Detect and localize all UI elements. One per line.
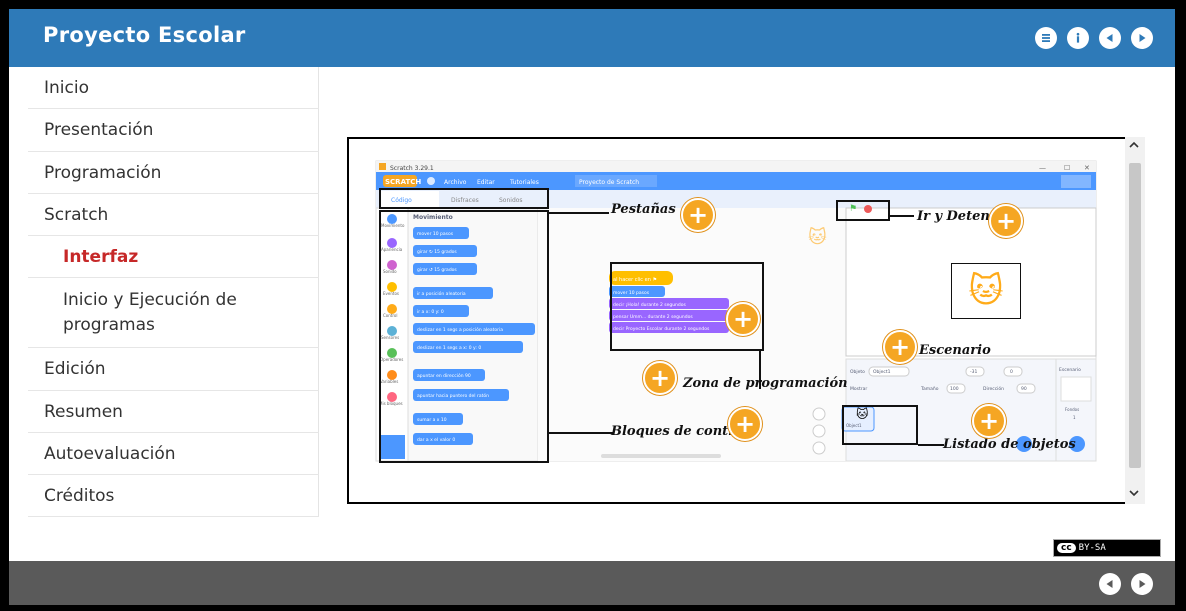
scratch-logo: SCRATCH xyxy=(385,178,421,186)
stage-cat-sprite-icon: 🐱 xyxy=(951,263,1021,319)
hotspot-programming-zone-plus-icon[interactable]: + xyxy=(643,361,677,395)
cc-icon: cc xyxy=(1057,543,1076,553)
footer-previous-icon[interactable] xyxy=(1099,573,1121,595)
go-stop-leader-line xyxy=(890,215,914,217)
hotspot-objects-list-plus-icon[interactable]: + xyxy=(972,404,1006,438)
svg-text:✕: ✕ xyxy=(1084,164,1090,172)
hotspot-stage-plus-icon[interactable]: + xyxy=(883,330,917,364)
annotation-stage: Escenario xyxy=(919,343,991,358)
window-title: Scratch 3.29.1 xyxy=(390,165,434,172)
menu-tutoriales: Tutoriales xyxy=(509,179,539,186)
sidebar-nav: Inicio Presentación Programación Scratch… xyxy=(28,67,319,517)
sprite-size-label: Tamaño xyxy=(920,386,939,392)
content-scrollbar[interactable] xyxy=(1125,137,1145,504)
license-text: BY-SA xyxy=(1078,543,1106,553)
sidebar-item-presentacion[interactable]: Presentación xyxy=(28,109,319,152)
hotspot-go-stop-plus-icon[interactable]: + xyxy=(989,204,1023,238)
blocks-highlight-box xyxy=(379,210,549,463)
stage-label: Escenario xyxy=(1059,367,1081,373)
sprite-object-label: Objeto xyxy=(850,369,865,375)
sprite-y: 0 xyxy=(1010,369,1013,375)
sprite-x: -31 xyxy=(970,369,977,375)
header-bar: Proyecto Escolar xyxy=(9,9,1175,67)
scroll-thumb[interactable] xyxy=(1129,163,1141,468)
next-icon[interactable] xyxy=(1131,27,1153,49)
sprite-size: 100 xyxy=(950,386,959,392)
sidebar-item-autoevaluacion[interactable]: Autoevaluación xyxy=(28,433,319,475)
svg-text:☐: ☐ xyxy=(1064,164,1070,172)
hotspot-control-blocks-plus-icon[interactable]: + xyxy=(728,407,762,441)
go-stop-highlight-box xyxy=(836,200,890,221)
sidebar-item-inicio[interactable]: Inicio xyxy=(28,67,319,109)
hotspot-script-plus-icon[interactable]: + xyxy=(726,302,760,336)
annotation-tabs: Pestañas xyxy=(611,202,676,217)
cat-watermark-icon: 🐱 xyxy=(808,227,827,248)
sprite-object-name: Object1 xyxy=(873,369,891,375)
sprite-show-label: Mostrar xyxy=(850,386,867,392)
app-frame: Proyecto Escolar Inicio Presentación Pro… xyxy=(9,9,1175,605)
sidebar-item-resumen[interactable]: Resumen xyxy=(28,391,319,433)
annotation-objects-list: Listado de objetos xyxy=(943,437,1076,452)
sprite-direction: 90 xyxy=(1021,386,1027,392)
project-name: Proyecto de Scratch xyxy=(579,179,639,186)
scroll-up-icon[interactable] xyxy=(1128,139,1140,153)
sidebar-item-programacion[interactable]: Programación xyxy=(28,152,319,194)
footer-bar xyxy=(9,561,1175,605)
app-title: Proyecto Escolar xyxy=(43,23,246,47)
sidebar-item-edicion[interactable]: Edición xyxy=(28,348,319,391)
interface-figure: Scratch 3.29.1 — ☐ ✕ SCRATCH Archivo Edi… xyxy=(347,137,1137,504)
green-flag-icon[interactable]: ⚑ xyxy=(849,205,857,214)
scroll-down-icon[interactable] xyxy=(1128,487,1140,501)
tabs-leader-line xyxy=(549,212,609,214)
sidebar-item-creditos[interactable]: Créditos xyxy=(28,475,319,517)
menu-icon[interactable] xyxy=(1035,27,1057,49)
stop-icon[interactable] xyxy=(864,205,872,213)
sidebar-item-interfaz[interactable]: Interfaz xyxy=(28,236,319,278)
sidebar-item-scratch[interactable]: Scratch xyxy=(28,194,319,236)
sprites-highlight-box xyxy=(842,405,918,445)
cc-license-badge[interactable]: cc BY-SA xyxy=(1053,539,1161,557)
sidebar-item-inicio-ejecucion[interactable]: Inicio y Ejecución de programas xyxy=(28,278,319,348)
hotspot-tabs-plus-icon[interactable]: + xyxy=(681,198,715,232)
annotation-programming-zone: Zona de programación xyxy=(683,376,848,391)
footer-next-icon[interactable] xyxy=(1131,573,1153,595)
sprite-direction-label: Dirección xyxy=(983,385,1004,392)
menu-archivo: Archivo xyxy=(444,179,467,186)
info-icon[interactable] xyxy=(1067,27,1089,49)
sprites-leader-line xyxy=(918,444,944,446)
tabs-highlight-box xyxy=(379,188,549,209)
previous-icon[interactable] xyxy=(1099,27,1121,49)
svg-text:—: — xyxy=(1039,164,1046,172)
backgrounds-label: Fondos xyxy=(1065,407,1079,412)
menu-editar: Editar xyxy=(477,179,495,186)
blocks-leader-line xyxy=(549,432,613,434)
